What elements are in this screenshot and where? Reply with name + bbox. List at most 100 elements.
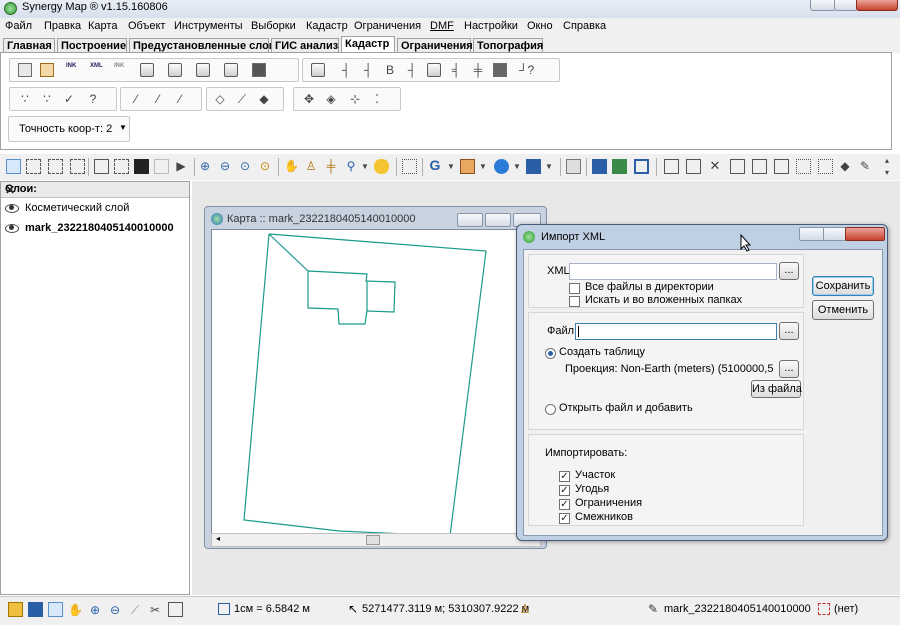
parcel-boundary[interactable] [243,233,487,535]
map-window[interactable]: Карта :: mark_2322180405140010000 ◂ [204,206,547,549]
point-b-icon[interactable]: B [383,63,397,77]
save-icon[interactable] [28,602,43,617]
select-area-icon[interactable] [26,159,41,174]
vertex-check-icon[interactable]: ✓ [62,92,76,106]
file-browse-button[interactable]: ... [779,322,799,340]
boundary-icon[interactable] [311,63,325,77]
line-split-icon[interactable]: ⁄ [173,92,187,106]
point-c-icon[interactable]: ┤ [405,63,419,77]
close-button[interactable] [856,0,898,11]
dialog-maximize-button[interactable] [823,227,847,241]
tab-construction[interactable]: Построение [57,38,127,52]
play-icon[interactable]: ▶ [174,159,188,173]
zoom-in-icon[interactable]: ⊕ [198,159,212,173]
select-minus-icon[interactable] [70,159,85,174]
import-ink-icon[interactable]: INK [66,63,80,77]
stamp-icon[interactable] [196,63,210,77]
menu-tools[interactable]: Инструменты [174,20,243,32]
frame-icon[interactable] [114,159,129,174]
table-icon[interactable] [460,159,475,174]
point-save-icon[interactable] [493,63,507,77]
tab-gis-analysis[interactable]: ГИС анализ [271,38,339,52]
select-arrow-icon[interactable] [6,159,21,174]
diamond-icon[interactable]: ◇ [213,92,227,106]
fill-select-icon[interactable] [134,159,149,174]
scroll-left-icon[interactable]: ◂ [216,534,220,543]
document-icon[interactable] [18,63,32,77]
zoom-out-icon[interactable]: ⊖ [108,603,122,617]
menu-help[interactable]: Справка [563,20,606,32]
pointer-icon[interactable] [48,602,63,617]
vertex-help-icon[interactable]: ? [86,92,100,106]
menu-cadastre[interactable]: Кадастр [306,20,348,32]
point-find-icon[interactable]: ╪ [471,63,485,77]
import-neighbors-checkbox[interactable]: ✓ [559,513,570,524]
person-icon[interactable]: ♙ [304,159,318,173]
menu-edit[interactable]: Правка [44,20,81,32]
measure-icon[interactable]: ╪ [324,159,338,173]
chevron-down-icon[interactable]: ▾ [880,166,894,180]
menu-selections[interactable]: Выборки [251,20,296,32]
points-tool-icon[interactable] [427,63,441,77]
fill-shape-icon[interactable]: ◆ [257,92,271,106]
tab-main[interactable]: Главная [3,38,55,52]
zoom-out-icon[interactable]: ⊖ [218,159,232,173]
chevron-down-icon[interactable]: ▼ [510,160,524,174]
import-parcel-checkbox[interactable]: ✓ [559,471,570,482]
create-table-radio[interactable] [545,348,556,359]
export-icon[interactable] [612,159,627,174]
pan-hand-icon[interactable]: ✋ [284,159,299,173]
layers-icon[interactable] [140,63,154,77]
import-xml-icon[interactable]: XML [90,63,104,77]
report-icon[interactable] [40,63,54,77]
bookmark-icon[interactable] [526,159,541,174]
tab-restrictions[interactable]: Ограничения [397,38,473,52]
rotate-point-icon[interactable]: ◈ [324,92,338,106]
map-maximize-button[interactable] [485,213,511,227]
calculator-icon[interactable] [566,159,581,174]
segment-icon[interactable]: ⟋ [235,92,249,106]
camera-icon[interactable] [224,63,238,77]
menu-window[interactable]: Окно [527,20,553,32]
vertex-select-icon[interactable]: ∵ [18,92,32,106]
bounds-icon[interactable] [774,159,789,174]
globe-icon[interactable] [494,159,509,174]
import-lands-checkbox[interactable]: ✓ [559,485,570,496]
label-icon[interactable] [374,159,389,174]
layer-item-mark[interactable]: mark_2322180405140010000 [5,222,174,234]
map-canvas[interactable] [211,229,541,535]
chevron-down-icon[interactable]: ▼ [476,160,490,174]
object-props-icon[interactable] [752,159,767,174]
chevron-down-icon[interactable]: ▼ [542,160,556,174]
line-icon[interactable]: ⁄ [129,92,143,106]
open-folder-icon[interactable] [8,602,23,617]
point-add-icon[interactable]: ┤ [339,63,353,77]
node-edit-icon[interactable] [818,159,833,174]
move-point-icon[interactable]: ✥ [302,92,316,106]
menu-map[interactable]: Карта [88,20,117,32]
copy-icon[interactable] [664,159,679,174]
dialog-close-button[interactable] [845,227,885,241]
xml-browse-button[interactable]: ... [779,262,799,280]
close-icon[interactable]: ✕ [5,183,185,197]
merge-icon[interactable]: ⊹ [348,92,362,106]
horizontal-scrollbar[interactable]: ◂ [211,533,541,547]
cancel-button[interactable]: Отменить [812,300,874,320]
ruler-icon[interactable]: ⟋ [128,603,142,617]
map-minimize-button[interactable] [457,213,483,227]
tab-cadastre[interactable]: Кадастр [341,36,395,53]
google-icon[interactable]: G [428,158,442,172]
duplicate-icon[interactable] [730,159,745,174]
tab-preset-layers[interactable]: Предустановленные слои [129,38,276,52]
export-ink-icon[interactable]: INK [114,63,128,77]
menu-restrictions[interactable]: Ограничения [354,20,421,32]
zoom-box-icon[interactable] [94,159,109,174]
import-restrictions-checkbox[interactable]: ✓ [559,499,570,510]
scroll-thumb[interactable] [366,535,380,545]
projection-browse-button[interactable]: ... [779,360,799,378]
building-outline[interactable] [307,270,396,325]
minimize-button[interactable] [810,0,836,11]
precision-dropdown[interactable]: Точность коор-т: 2 ▼ [8,116,130,142]
chevron-down-icon[interactable]: ▼ [444,160,458,174]
tools-icon[interactable]: ✂ [148,603,162,617]
